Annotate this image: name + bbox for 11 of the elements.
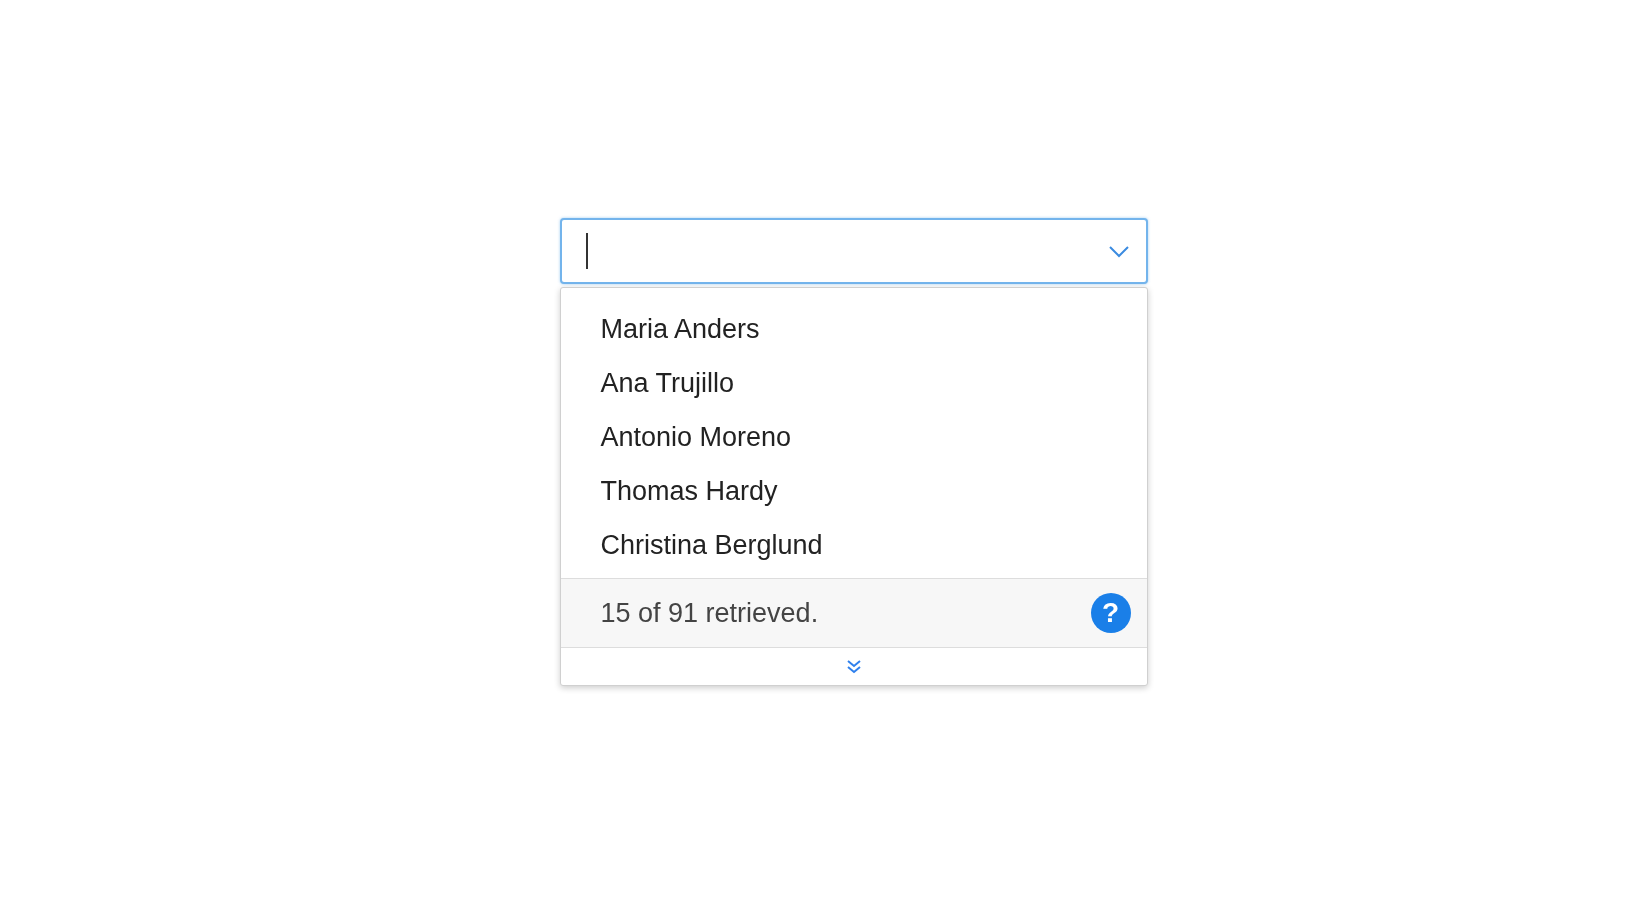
combobox-field[interactable] <box>559 218 1148 284</box>
chevron-down-icon[interactable] <box>1107 244 1130 258</box>
dropdown-item[interactable]: Thomas Hardy <box>560 464 1147 518</box>
help-icon[interactable]: ? <box>1090 593 1131 633</box>
dropdown-item[interactable]: Ana Trujillo <box>560 356 1147 410</box>
dropdown-item[interactable]: Antonio Moreno <box>560 410 1147 464</box>
dropdown-item[interactable]: Christina Berglund <box>560 518 1147 572</box>
load-more-icon[interactable] <box>845 659 862 674</box>
retrieved-status: 15 of 91 retrieved. <box>600 597 819 629</box>
text-cursor <box>585 233 588 269</box>
dropdown-item[interactable]: Maria Anders <box>560 302 1147 356</box>
